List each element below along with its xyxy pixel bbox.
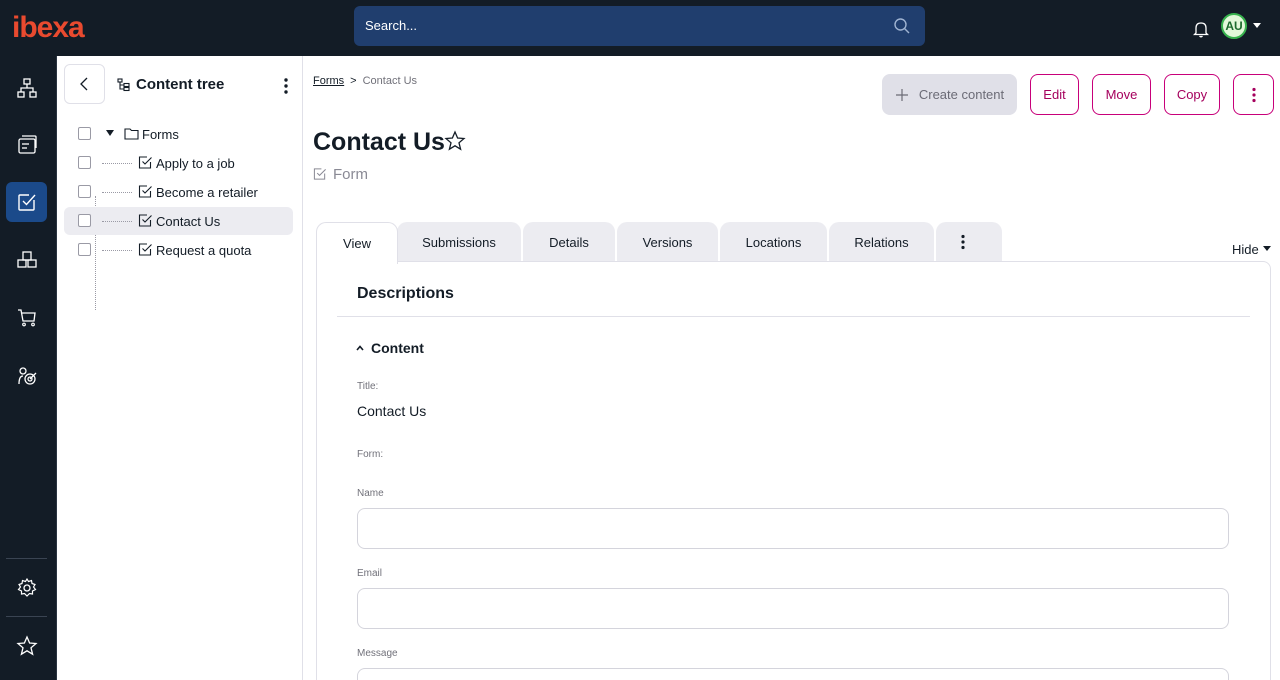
bell-icon[interactable] — [1193, 20, 1209, 38]
cart-icon — [17, 309, 36, 327]
tree-item-checkbox[interactable] — [78, 127, 91, 140]
form-check-icon — [138, 185, 152, 198]
message-field-label: Message — [357, 648, 398, 659]
caret-down-icon[interactable] — [106, 130, 114, 137]
tree-item-checkbox[interactable] — [78, 214, 91, 227]
nav-commerce[interactable] — [6, 297, 47, 337]
tree-item[interactable]: Become a retailer — [64, 178, 293, 206]
boxes-icon — [16, 251, 37, 268]
more-actions-button[interactable] — [1233, 74, 1274, 115]
tree-item-label: Contact Us — [156, 214, 221, 229]
avatar[interactable]: AU — [1221, 13, 1247, 39]
email-field-label: Email — [357, 568, 383, 579]
tree-item-checkbox[interactable] — [78, 185, 91, 198]
form-check-icon — [17, 194, 36, 211]
create-content-button[interactable]: Create content — [882, 74, 1017, 115]
tree-connector — [102, 250, 132, 251]
plus-icon — [895, 88, 908, 101]
tab-locations[interactable]: Locations — [720, 222, 827, 262]
tab-relations[interactable]: Relations — [829, 222, 934, 262]
tree-connector — [102, 221, 132, 222]
star-icon — [15, 635, 38, 656]
folder-icon — [124, 128, 139, 140]
tab-versions[interactable]: Versions — [617, 222, 718, 262]
tree-icon — [117, 78, 130, 92]
form-check-icon — [138, 243, 152, 256]
form-check-icon — [313, 168, 326, 180]
copy-button[interactable]: Copy — [1164, 74, 1220, 115]
more-vertical-icon — [1251, 87, 1256, 102]
name-field-label: Name — [357, 488, 384, 499]
title-field-label: Title: — [357, 381, 379, 392]
collapse-tree-button[interactable] — [64, 64, 105, 104]
edit-button[interactable]: Edit — [1030, 74, 1079, 115]
nav-catalog[interactable] — [6, 239, 47, 279]
nav-content[interactable] — [6, 125, 47, 165]
email-input[interactable] — [357, 588, 1229, 629]
main-navigation-rail — [0, 56, 57, 680]
section-divider — [337, 316, 1250, 317]
gear-icon — [17, 577, 36, 597]
tree-title: Content tree — [136, 76, 225, 93]
tree-item-checkbox[interactable] — [78, 156, 91, 169]
rail-divider — [6, 616, 47, 617]
content-type-label: Form — [333, 166, 368, 183]
star-icon[interactable] — [444, 130, 466, 152]
tree-item-label: Forms — [142, 127, 179, 142]
svg-text:ibexa: ibexa — [12, 11, 85, 44]
tree-connector — [102, 192, 132, 193]
tree-item-label: Request a quota — [156, 243, 252, 258]
title-field-value: Contact Us — [357, 403, 427, 419]
sitemap-icon — [16, 78, 37, 98]
tree-item-selected[interactable]: Contact Us — [64, 207, 293, 235]
content-tree-panel: Content tree Forms Apply to a job Become… — [57, 56, 303, 680]
name-input[interactable] — [357, 508, 1229, 549]
tab-details[interactable]: Details — [523, 222, 615, 262]
rail-divider — [6, 558, 47, 559]
move-button[interactable]: Move — [1092, 74, 1151, 115]
tree-item-label: Become a retailer — [156, 185, 258, 200]
tab-view[interactable]: View — [316, 222, 398, 264]
nav-settings[interactable] — [6, 568, 47, 608]
tree-item[interactable]: Apply to a job — [64, 149, 293, 177]
tree-item-checkbox[interactable] — [78, 243, 91, 256]
page-title: Contact Us — [313, 128, 445, 156]
breadcrumb-current: Contact Us — [362, 75, 418, 87]
top-bar: ibexa Search... AU — [0, 0, 1280, 56]
form-check-icon — [138, 214, 152, 227]
chevron-up-icon[interactable] — [355, 344, 365, 352]
form-check-icon — [138, 156, 152, 169]
nav-personalization[interactable] — [6, 356, 47, 396]
tree-item-forms[interactable]: Forms — [64, 120, 293, 148]
hide-tabs-button[interactable]: Hide — [1232, 242, 1259, 257]
tree-connector — [102, 163, 132, 164]
field-group-toggle[interactable]: Content — [371, 340, 424, 356]
ibexa-logo[interactable]: ibexa — [12, 10, 112, 44]
breadcrumb-link-forms[interactable]: Forms — [313, 75, 344, 87]
message-input[interactable] — [357, 668, 1229, 680]
nav-forms[interactable] — [6, 182, 47, 222]
breadcrumb: Forms > Contact Us — [313, 75, 417, 87]
chevron-down-icon[interactable] — [1253, 23, 1261, 28]
tab-more[interactable] — [936, 222, 1002, 262]
breadcrumb-separator: > — [350, 75, 357, 87]
more-vertical-icon — [961, 234, 965, 250]
chevron-left-icon — [79, 77, 87, 91]
create-content-label: Create content — [918, 87, 1005, 102]
tab-submissions[interactable]: Submissions — [397, 222, 521, 262]
more-vertical-icon[interactable] — [279, 76, 293, 96]
target-icon — [17, 367, 36, 385]
nav-bookmarks[interactable] — [6, 626, 47, 666]
search-input[interactable]: Search... — [365, 18, 417, 33]
section-title: Descriptions — [357, 285, 454, 302]
content-icon — [17, 135, 37, 154]
form-field-label: Form: — [357, 449, 384, 460]
search-bar[interactable]: Search... — [354, 6, 925, 46]
search-icon[interactable] — [893, 17, 911, 35]
caret-down-icon[interactable] — [1263, 246, 1271, 251]
tree-item[interactable]: Request a quota — [64, 236, 293, 264]
tree-item-label: Apply to a job — [156, 156, 235, 171]
nav-structure[interactable] — [6, 68, 47, 108]
